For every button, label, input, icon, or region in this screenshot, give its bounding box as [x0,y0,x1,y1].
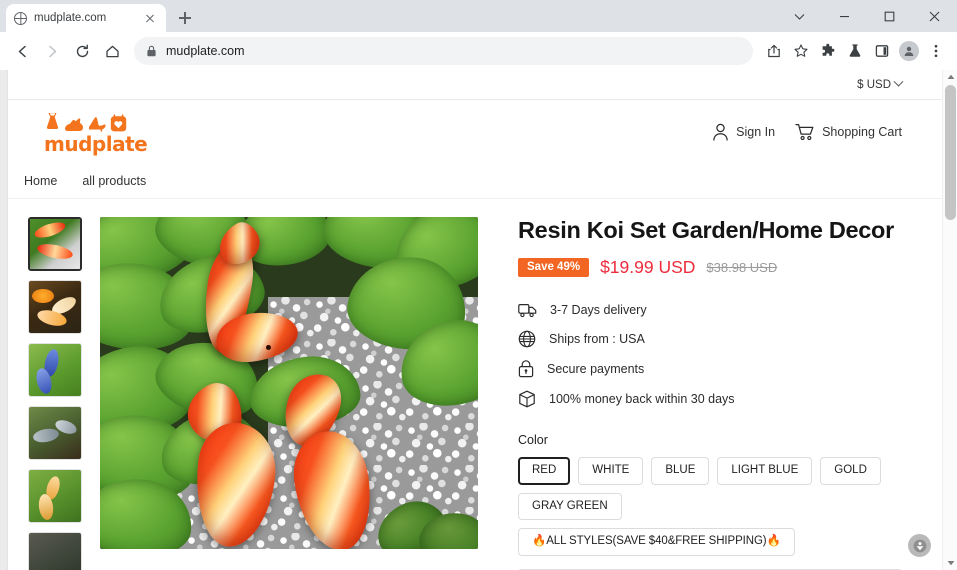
home-icon[interactable] [98,37,126,65]
tab-title: mudplate.com [34,12,107,24]
compare-price: $38.98 USD [706,260,778,276]
user-icon [713,123,728,141]
browser-window: mudplate.com mudplate.com $ USD mudplate… [0,0,957,570]
page-viewport: $ USD mudplate Sign In Shopping Cart Hom… [0,70,957,570]
product-section: Resin Koi Set Garden/Home Decor Save 49%… [8,199,942,570]
split-screen-icon[interactable] [869,38,895,64]
shopping-cart-label: Shopping Cart [822,124,902,139]
sign-in-button[interactable]: Sign In [712,123,775,141]
feature-label: Ships from : USA [549,332,645,347]
chevron-down-icon [893,76,904,87]
address-bar-text: mudplate.com [166,44,245,58]
shopping-cart-button[interactable]: Shopping Cart [795,123,902,141]
feature-delivery: 3-7 Days delivery [518,302,902,318]
toolbar-icons [761,38,949,64]
swatch-gray-green[interactable]: GRAY GREEN [518,492,622,521]
header-actions: Sign In Shopping Cart [712,123,902,141]
swatch-red[interactable]: RED [518,457,571,485]
orange-koi-thumbnail[interactable] [28,280,82,334]
swatch-light-blue[interactable]: LIGHT BLUE [717,457,813,485]
price-row: Save 49% $19.99 USD $38.98 USD [518,257,902,278]
reload-icon[interactable] [68,37,96,65]
swatch-blue[interactable]: BLUE [651,457,710,485]
widget-icon [913,539,926,552]
bag-heart-icon [110,113,127,131]
lock-icon [518,360,534,378]
lock-icon [147,45,156,57]
new-tab-button[interactable] [172,5,198,31]
swatch-all-styles[interactable]: 🔥ALL STYLES(SAVE $40&FREE SHIPPING)🔥 [518,528,795,556]
status-badge: Save 49% [518,257,590,278]
page-title: Resin Koi Set Garden/Home Decor [518,217,894,243]
globe-icon [518,330,536,348]
gold-koi-thumbnail[interactable] [28,469,82,523]
bookmark-star-icon[interactable] [788,38,814,64]
color-swatch-group: RED WHITE BLUE LIGHT BLUE GOLD GRAY GREE… [518,457,902,521]
nav-link-all-products[interactable]: all products [82,174,146,188]
feature-label: 3-7 Days delivery [550,303,647,318]
close-icon[interactable] [142,10,158,26]
gray-koi-thumbnail[interactable] [28,406,82,460]
browser-tab[interactable]: mudplate.com [6,4,166,32]
site-topbar: $ USD [8,70,942,100]
swatch-white[interactable]: WHITE [578,457,644,485]
site-logo[interactable]: mudplate [44,110,148,156]
three-dot-menu-icon[interactable] [923,38,949,64]
truck-icon [518,304,537,318]
logo-wordmark: mudplate [44,131,148,156]
profile-avatar-icon[interactable] [896,38,922,64]
extensions-puzzle-icon[interactable] [815,38,841,64]
cat-icon [65,117,83,131]
feature-label: Secure payments [547,362,645,377]
current-price: $19.99 USD [600,257,696,278]
option-label-color: Color [518,433,548,448]
high-heel-icon [89,116,106,132]
logo-glyphs [44,110,147,132]
page-scrollbar[interactable] [942,70,957,570]
site-header: mudplate Sign In Shopping Cart [8,100,942,163]
box-icon [519,390,535,408]
feature-ships-from: Ships from : USA [518,330,902,348]
back-arrow-icon[interactable] [8,37,36,65]
red-koi-thumbnail[interactable] [28,217,82,271]
scroll-down-arrow[interactable] [943,556,957,570]
blue-koi-thumbnail[interactable] [28,343,82,397]
cart-icon [795,123,814,140]
maximize-icon[interactable] [867,0,912,32]
sign-in-label: Sign In [736,124,776,139]
product-features: 3-7 Days delivery Ships from : USA Secur… [518,302,902,408]
browser-toolbar: mudplate.com [0,32,957,70]
swatch-gold[interactable]: GOLD [820,457,881,485]
accessibility-widget-button[interactable] [908,534,931,557]
lab-flask-icon[interactable] [842,38,868,64]
site-nav: Home all products [8,163,942,199]
site-page: $ USD mudplate Sign In Shopping Cart Hom… [8,70,942,570]
feature-money-back: 100% money back within 30 days [518,390,902,408]
nav-link-home[interactable]: Home [24,174,57,188]
address-bar[interactable]: mudplate.com [134,37,753,65]
tab-strip: mudplate.com [0,0,957,32]
chevron-down-icon[interactable] [777,0,822,32]
dark-koi-thumbnail[interactable] [28,532,82,570]
close-window-icon[interactable] [912,0,957,32]
scrollbar-thumb[interactable] [945,85,956,220]
globe-icon [14,11,27,25]
product-hero-image[interactable] [100,217,478,549]
dress-icon [46,112,59,129]
product-info: Resin Koi Set Garden/Home Decor Save 49%… [494,217,942,570]
currency-selector[interactable]: $ USD [857,76,904,91]
scroll-up-arrow[interactable] [943,70,957,84]
feature-secure-payments: Secure payments [518,360,902,378]
color-swatch-group-second-row: 🔥ALL STYLES(SAVE $40&FREE SHIPPING)🔥 [518,528,902,556]
thumbnail-strip [28,217,84,570]
minimize-icon[interactable] [822,0,867,32]
forward-arrow-icon[interactable] [38,37,66,65]
feature-label: 100% money back within 30 days [549,392,735,407]
share-icon[interactable] [761,38,787,64]
currency-label: $ USD [857,78,891,91]
page-gutter [0,70,8,570]
window-controls [777,0,957,32]
